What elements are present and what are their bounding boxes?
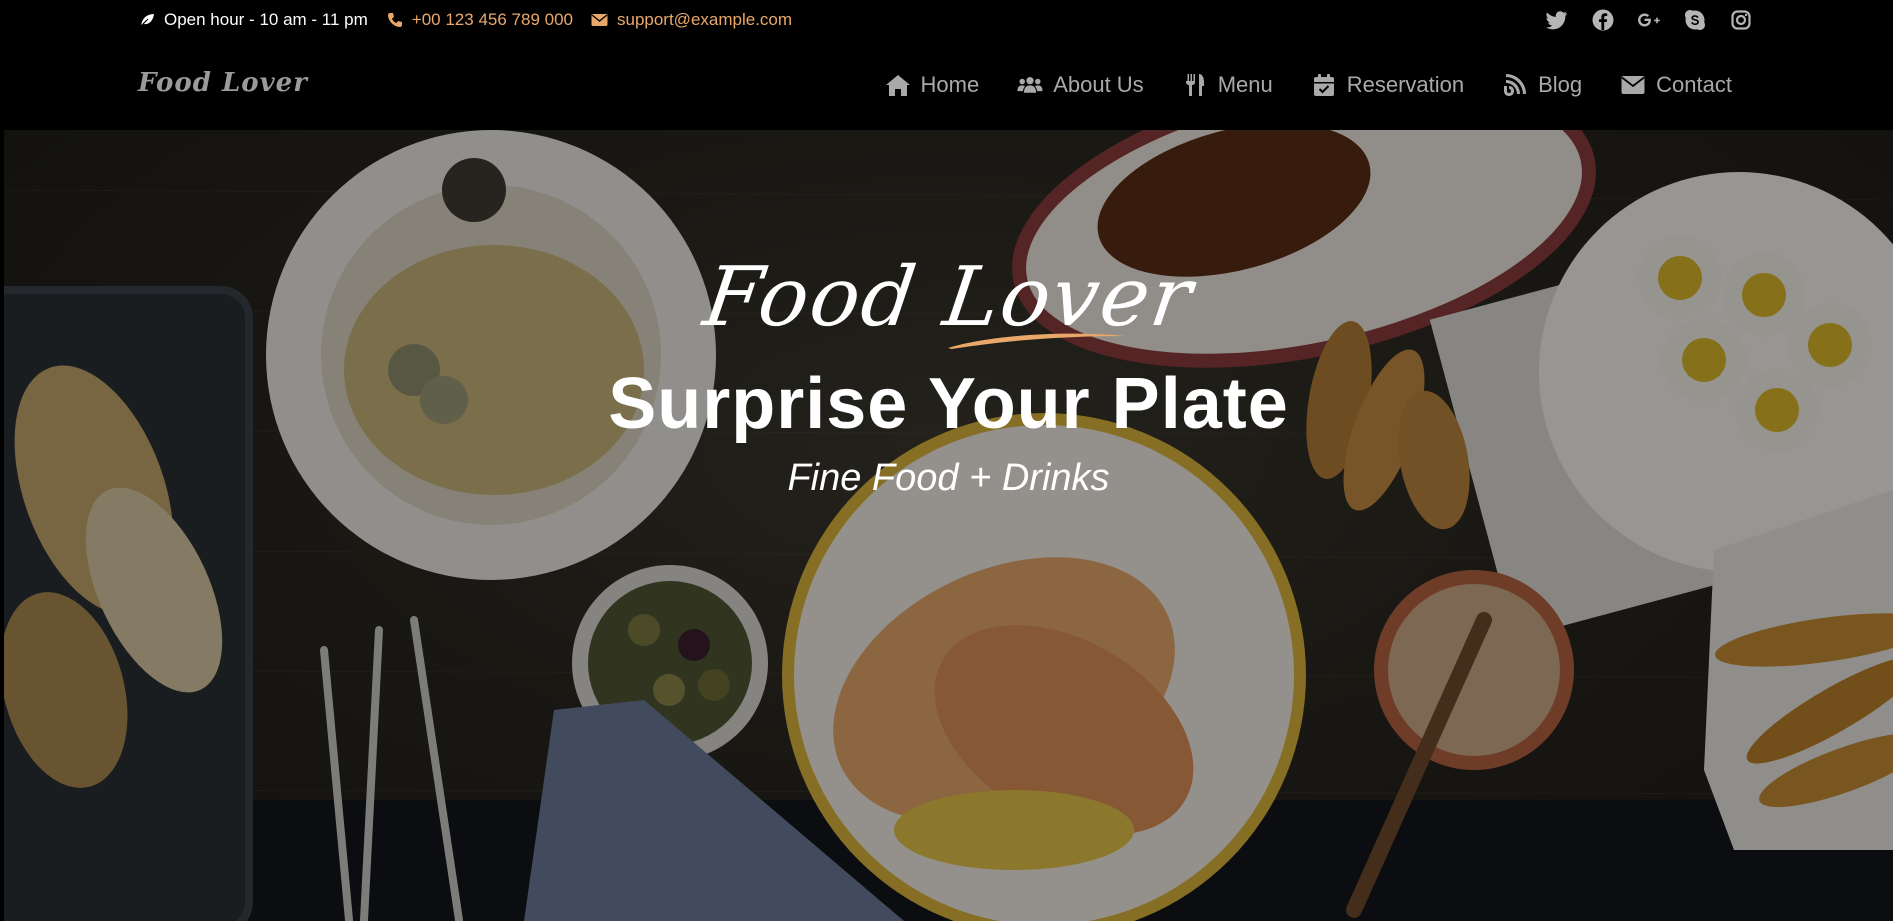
facebook-icon[interactable] bbox=[1591, 8, 1615, 32]
nav-blog-label: Blog bbox=[1538, 72, 1583, 97]
opening-hours-text: Open hour - 10 am - 11 pm bbox=[164, 10, 368, 29]
social-links bbox=[1545, 8, 1753, 32]
opening-hours: Open hour - 10 am - 11 pm bbox=[138, 10, 368, 30]
top-info-bar: Open hour - 10 am - 11 pm +00 123 456 78… bbox=[0, 0, 1893, 40]
leaf-icon bbox=[138, 11, 156, 29]
hero-content: Food Lover Surprise Your Plate Fine Food… bbox=[4, 250, 1893, 500]
hero-logo: Food Lover bbox=[698, 250, 1199, 349]
nav-home-label: Home bbox=[920, 72, 980, 97]
hero-title: Surprise Your Plate bbox=[608, 364, 1289, 444]
utensils-icon bbox=[1182, 72, 1208, 98]
envelope-icon bbox=[1620, 72, 1646, 98]
brand-logo[interactable]: Food Lover bbox=[138, 68, 308, 98]
contact-info: Open hour - 10 am - 11 pm +00 123 456 78… bbox=[138, 0, 792, 40]
blog-icon bbox=[1502, 72, 1528, 98]
twitter-icon[interactable] bbox=[1545, 8, 1569, 32]
main-navbar: Food Lover Home About Us Menu Reservatio… bbox=[0, 40, 1893, 130]
envelope-icon bbox=[591, 11, 609, 29]
hero-logo-text: Food Lover bbox=[698, 250, 1199, 345]
calendar-icon bbox=[1311, 72, 1337, 98]
hero-subtitle: Fine Food + Drinks bbox=[787, 457, 1110, 499]
nav-about-us[interactable]: About Us bbox=[1017, 72, 1144, 98]
nav-about-us-label: About Us bbox=[1053, 72, 1144, 97]
email-address[interactable]: support@example.com bbox=[617, 10, 792, 30]
phone-number[interactable]: +00 123 456 789 000 bbox=[412, 10, 573, 30]
email-link[interactable]: support@example.com bbox=[591, 10, 792, 30]
phone-icon bbox=[386, 11, 404, 29]
nav-reservation-label: Reservation bbox=[1346, 72, 1465, 97]
home-icon bbox=[885, 72, 911, 98]
nav-menu[interactable]: Menu bbox=[1182, 72, 1273, 98]
phone-link[interactable]: +00 123 456 789 000 bbox=[386, 10, 573, 30]
nav-menu-label: Menu bbox=[1217, 72, 1273, 97]
skype-icon[interactable] bbox=[1683, 8, 1707, 32]
nav-contact[interactable]: Contact bbox=[1620, 72, 1732, 98]
page: Open hour - 10 am - 11 pm +00 123 456 78… bbox=[0, 0, 1893, 921]
nav-home[interactable]: Home bbox=[885, 72, 980, 98]
main-nav: Home About Us Menu Reservation Blog Cont… bbox=[885, 40, 1732, 130]
logo-swash bbox=[947, 333, 1126, 349]
nav-blog[interactable]: Blog bbox=[1502, 72, 1582, 98]
instagram-icon[interactable] bbox=[1729, 8, 1753, 32]
nav-contact-label: Contact bbox=[1656, 72, 1732, 97]
users-icon bbox=[1017, 72, 1043, 98]
google-plus-icon[interactable] bbox=[1637, 8, 1661, 32]
hero-section: Food Lover Surprise Your Plate Fine Food… bbox=[4, 130, 1893, 921]
hero-overlay bbox=[4, 130, 1893, 921]
nav-reservation[interactable]: Reservation bbox=[1311, 72, 1464, 98]
